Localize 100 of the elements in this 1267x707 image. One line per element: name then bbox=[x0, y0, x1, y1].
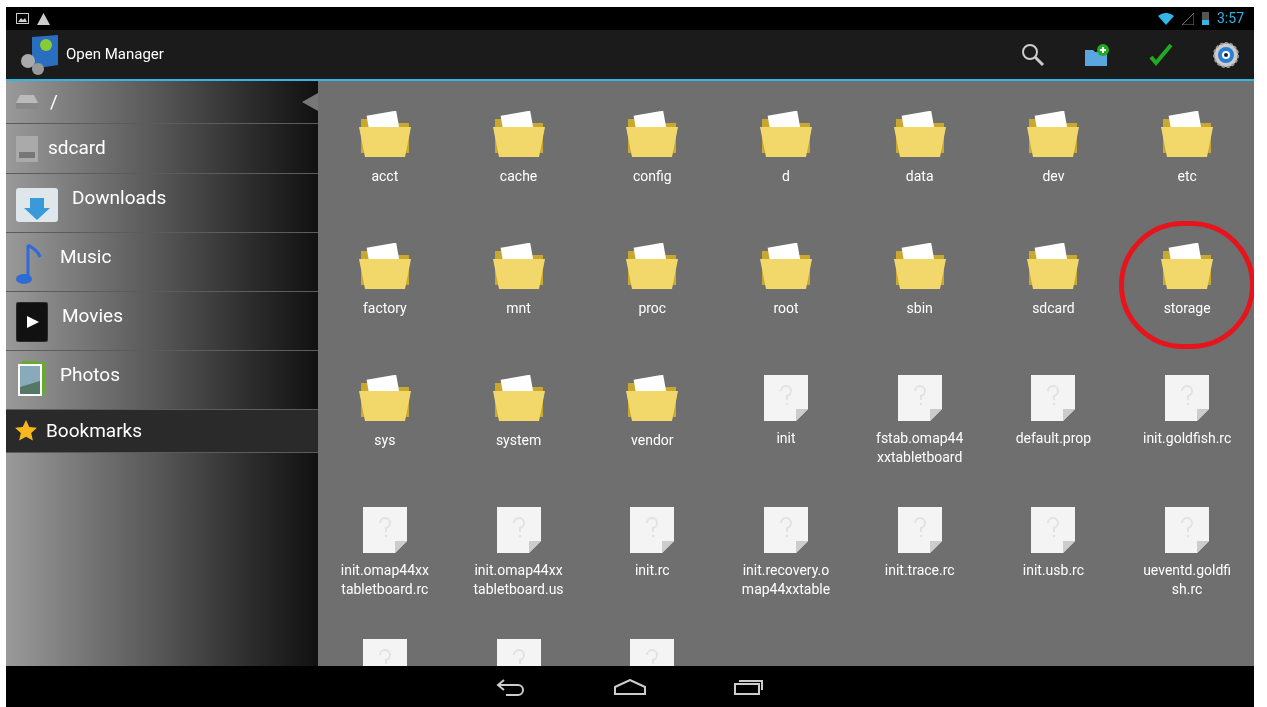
unknown-file-icon bbox=[1165, 375, 1210, 421]
file-name: system bbox=[495, 431, 542, 450]
sidebar-label: Downloads bbox=[72, 185, 167, 211]
folder-item[interactable]: sdcard bbox=[985, 221, 1122, 349]
folder-item[interactable]: sys bbox=[318, 353, 453, 481]
file-item[interactable]: init.omap44xx tabletboard.rc bbox=[318, 485, 453, 613]
folder-item[interactable]: config bbox=[584, 89, 721, 217]
unknown-file-icon bbox=[1031, 375, 1076, 421]
folder-icon bbox=[1161, 111, 1214, 159]
signal-icon bbox=[1182, 12, 1194, 25]
bookmarks-label: Bookmarks bbox=[46, 417, 142, 444]
new-folder-button[interactable] bbox=[1084, 41, 1110, 68]
folder-item[interactable]: dev bbox=[985, 89, 1122, 217]
folder-item[interactable]: cache bbox=[450, 89, 587, 217]
battery-icon bbox=[1202, 12, 1209, 25]
file-name: storage bbox=[1163, 299, 1211, 318]
image-notification-icon bbox=[16, 13, 29, 24]
folder-icon bbox=[893, 111, 946, 159]
unknown-file-icon bbox=[1165, 507, 1210, 553]
file-name: proc bbox=[638, 299, 667, 318]
file-name: factory bbox=[363, 299, 407, 318]
folder-icon bbox=[1027, 111, 1080, 159]
folder-item[interactable]: acct bbox=[318, 89, 453, 217]
folder-icon bbox=[760, 111, 812, 159]
file-item[interactable]: init.trace.rc bbox=[851, 485, 988, 613]
file-name: init.omap44xx tabletboard.rc bbox=[340, 561, 429, 599]
file-name: sdcard bbox=[1032, 299, 1075, 318]
folder-item[interactable]: factory bbox=[318, 221, 453, 349]
file-name: init.trace.rc bbox=[884, 561, 955, 580]
file-name: mnt bbox=[506, 299, 531, 318]
folder-item[interactable]: system bbox=[450, 353, 587, 481]
file-name: cache bbox=[499, 167, 538, 186]
folder-item[interactable]: proc bbox=[584, 221, 721, 349]
unknown-file-icon bbox=[362, 507, 407, 553]
file-name: config bbox=[632, 167, 672, 186]
folder-icon bbox=[1027, 243, 1080, 291]
folder-icon bbox=[626, 375, 679, 423]
unknown-file-icon bbox=[630, 507, 675, 553]
file-item[interactable]: init bbox=[718, 353, 854, 481]
sidebar-label: Music bbox=[60, 244, 112, 270]
folder-item[interactable]: storage bbox=[1119, 221, 1254, 349]
unknown-file-icon bbox=[897, 375, 942, 421]
file-item[interactable]: default.prop bbox=[985, 353, 1122, 481]
file-name: init.goldfish.rc bbox=[1143, 429, 1232, 448]
folder-item[interactable]: data bbox=[851, 89, 988, 217]
folder-icon bbox=[358, 375, 411, 423]
play-icon bbox=[16, 302, 48, 342]
file-name: init.rc bbox=[634, 561, 670, 580]
unknown-file-icon bbox=[764, 375, 808, 421]
folder-icon bbox=[760, 243, 812, 291]
settings-icon bbox=[1213, 41, 1239, 68]
folder-item[interactable]: vendor bbox=[584, 353, 721, 481]
sidebar-item[interactable]: sdcard bbox=[6, 124, 318, 174]
file-name: init bbox=[776, 429, 796, 448]
file-item[interactable]: init.omap44xx tabletboard.us bbox=[450, 485, 587, 613]
unknown-file-icon bbox=[1031, 507, 1076, 553]
folder-icon bbox=[893, 243, 946, 291]
file-item[interactable]: init.goldfish.rc bbox=[1119, 353, 1254, 481]
file-name: init.recovery.o map44xxtable bbox=[741, 561, 831, 599]
bookmarks-header[interactable]: Bookmarks bbox=[6, 410, 318, 453]
file-name: sys bbox=[374, 431, 396, 450]
file-name: init.usb.rc bbox=[1022, 561, 1085, 580]
photo-icon bbox=[16, 361, 46, 399]
sidebar-item[interactable]: Music bbox=[6, 233, 318, 292]
file-name: d bbox=[782, 167, 790, 186]
app-title: Open Manager bbox=[66, 44, 164, 66]
folder-icon bbox=[358, 111, 411, 159]
folder-icon bbox=[492, 111, 545, 159]
folder-icon bbox=[358, 243, 411, 291]
file-item[interactable]: init.usb.rc bbox=[985, 485, 1122, 613]
sidebar-item[interactable]: Downloads bbox=[6, 174, 318, 233]
file-name: vendor bbox=[631, 431, 674, 450]
folder-item[interactable]: mnt bbox=[450, 221, 587, 349]
house-outline-icon bbox=[614, 678, 646, 695]
warning-icon bbox=[37, 12, 50, 25]
folder-item[interactable]: sbin bbox=[851, 221, 988, 349]
multi-select-button[interactable] bbox=[1148, 41, 1174, 68]
file-name: dev bbox=[1042, 167, 1065, 186]
search-icon bbox=[1021, 42, 1045, 67]
folder-icon bbox=[492, 243, 545, 291]
file-name: sbin bbox=[906, 299, 933, 318]
file-name: root bbox=[773, 299, 799, 318]
file-name: default.prop bbox=[1015, 429, 1092, 448]
file-item[interactable]: init.recovery.o map44xxtable bbox=[718, 485, 854, 613]
folder-icon bbox=[626, 111, 679, 159]
file-name: data bbox=[905, 167, 934, 186]
wifi-icon bbox=[1158, 12, 1174, 25]
file-name: acct bbox=[371, 167, 399, 186]
file-item[interactable]: ueventd.goldfi sh.rc bbox=[1119, 485, 1254, 613]
search-button[interactable] bbox=[1020, 41, 1046, 68]
sidebar-item[interactable]: Movies bbox=[6, 292, 318, 351]
file-name: init.omap44xx tabletboard.us bbox=[473, 561, 564, 599]
unknown-file-icon bbox=[897, 507, 942, 553]
file-item[interactable]: fstab.omap44 xxtabletboard bbox=[851, 353, 988, 481]
app-logo-icon bbox=[18, 34, 60, 75]
folder-item[interactable]: root bbox=[718, 221, 854, 349]
folder-item[interactable]: etc bbox=[1119, 89, 1254, 217]
settings-button[interactable] bbox=[1212, 40, 1240, 69]
folder-item[interactable]: d bbox=[718, 89, 854, 217]
file-item[interactable]: init.rc bbox=[584, 485, 721, 613]
